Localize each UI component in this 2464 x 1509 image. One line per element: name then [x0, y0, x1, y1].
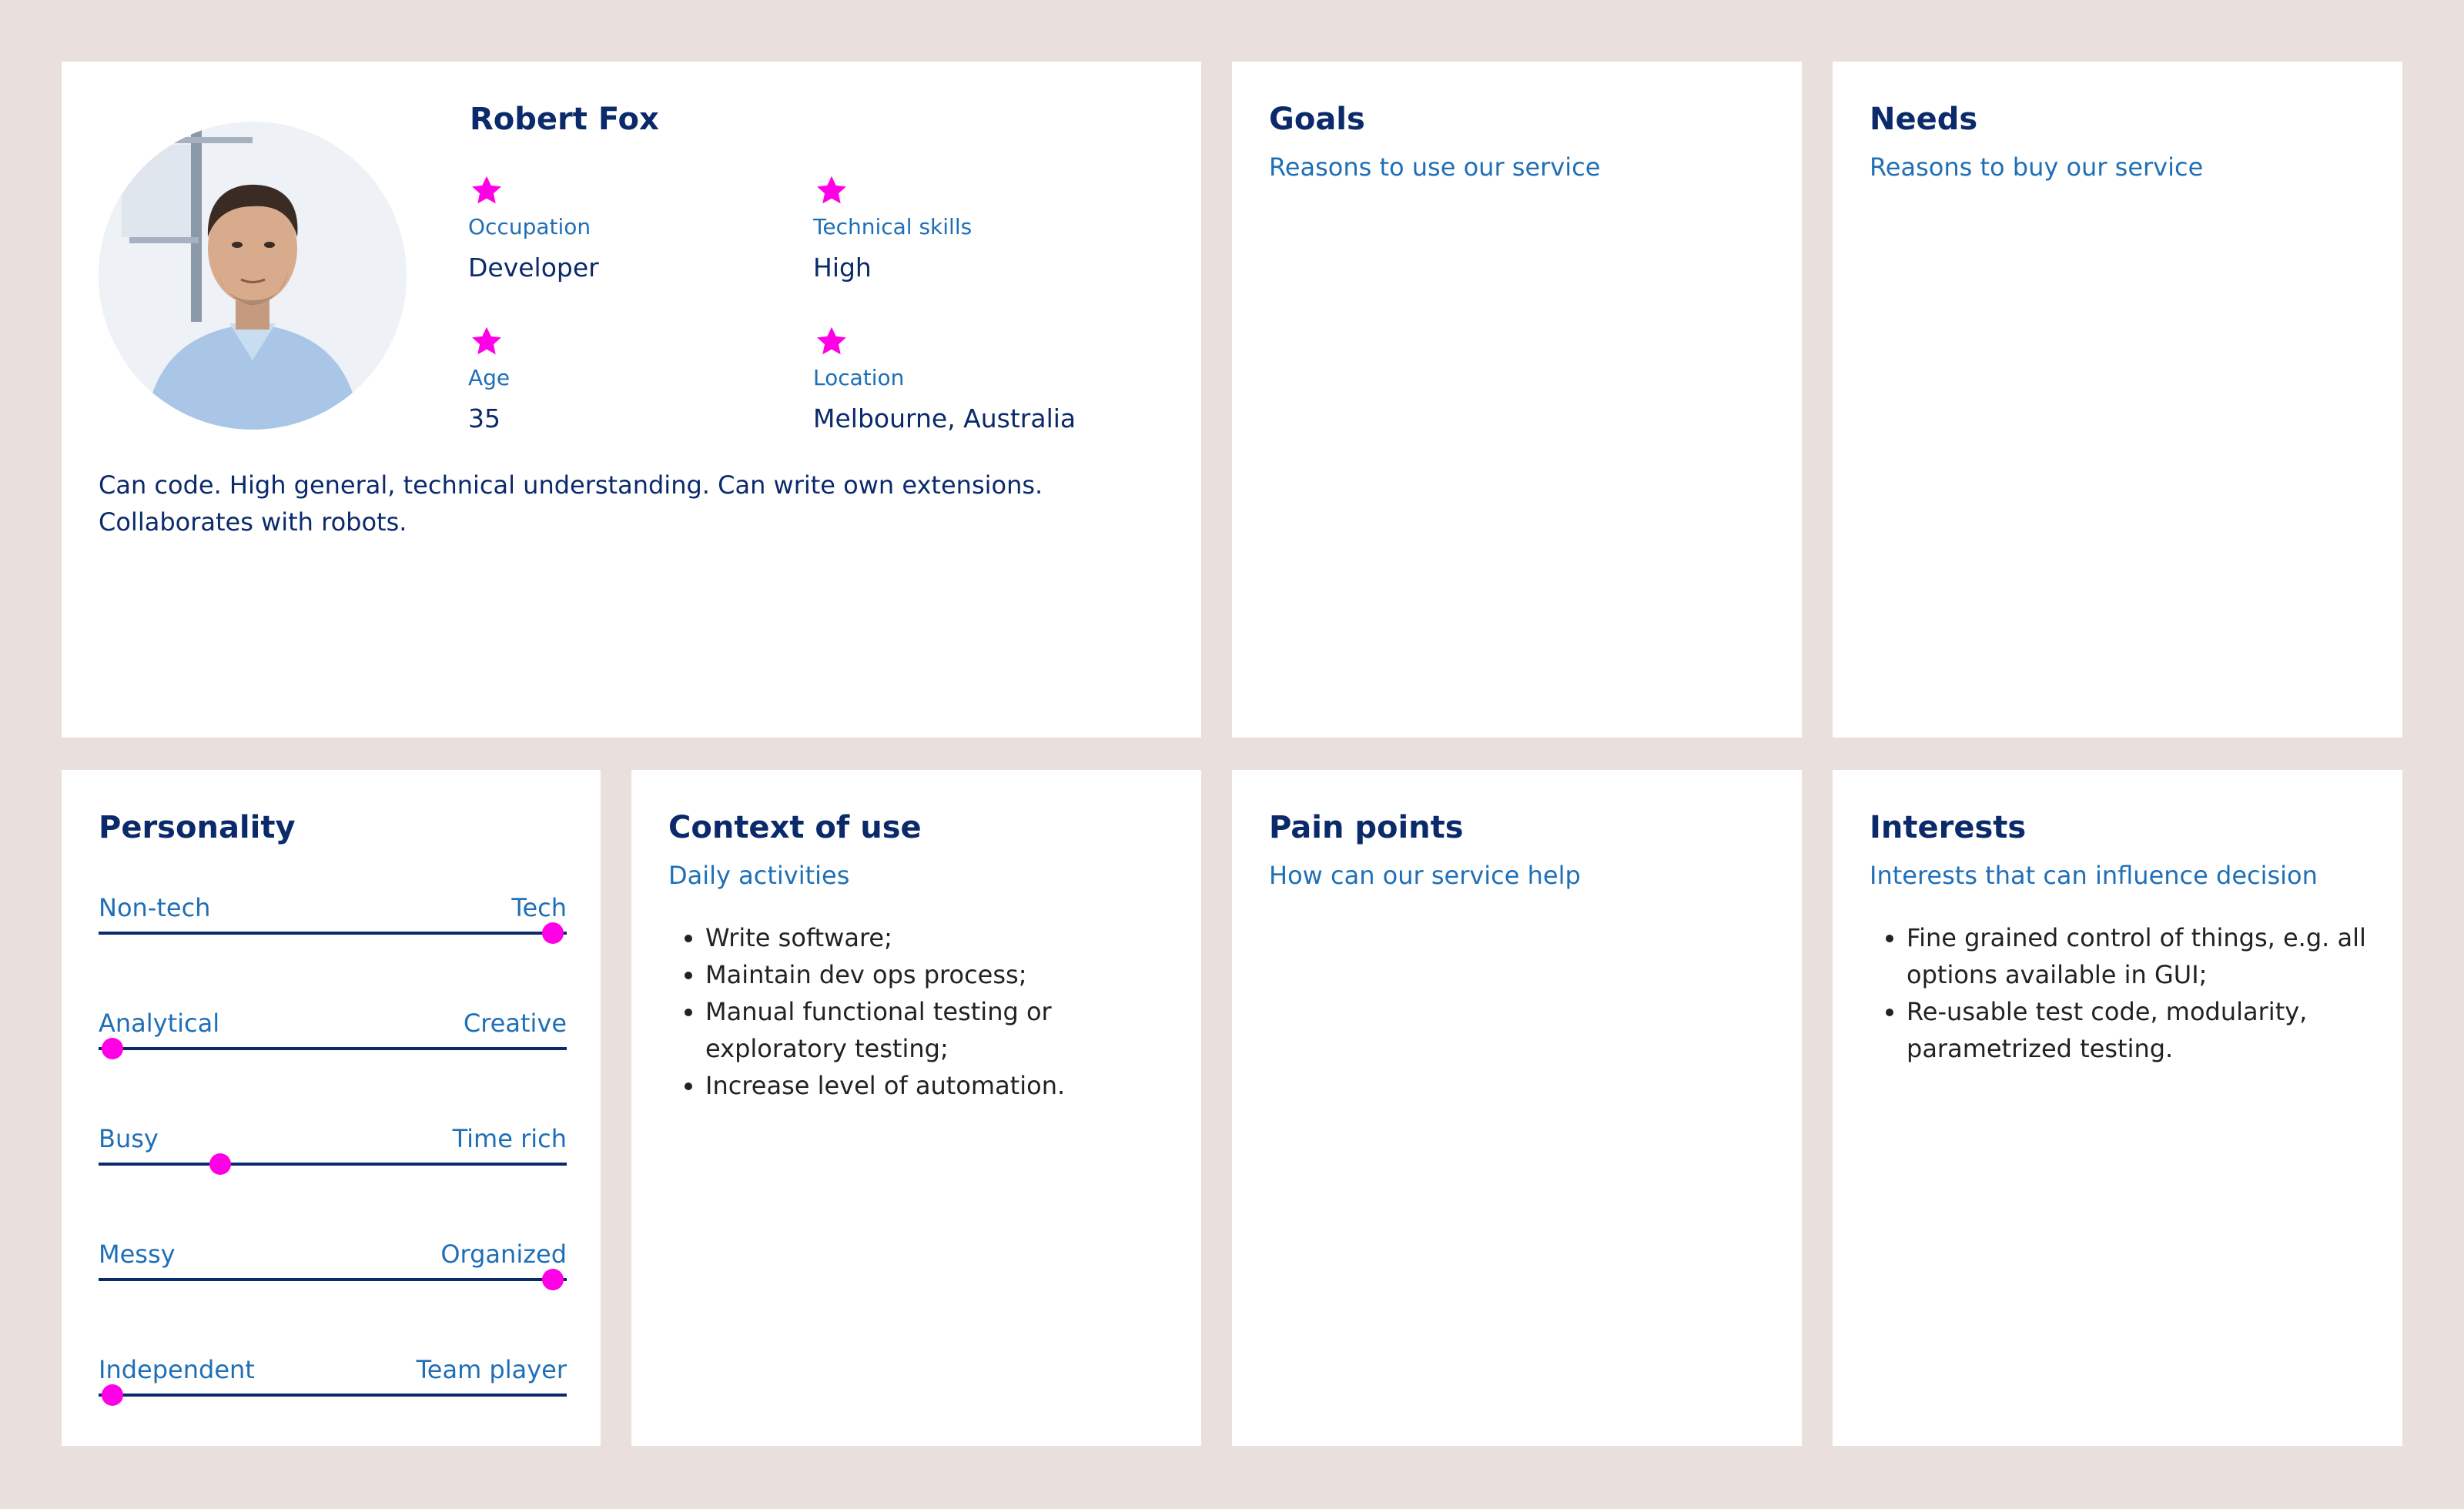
context-list: Write software; Maintain dev ops process… [668, 919, 1183, 1104]
star-icon [472, 326, 501, 355]
needs-title: Needs [1870, 102, 1978, 137]
list-item: Write software; [705, 919, 1183, 956]
attribute-label-occupation: Occupation [468, 214, 591, 239]
interests-subtitle: Interests that can influence decision [1870, 861, 2318, 890]
slider-track [99, 932, 567, 935]
star-icon [817, 326, 846, 355]
interests-card: Interests Interests that can influence d… [1833, 770, 2402, 1446]
list-item: Manual functional testing or exploratory… [705, 993, 1183, 1067]
personality-title: Personality [99, 810, 296, 845]
slider-track [99, 1394, 567, 1397]
pain-points-subtitle: How can our service help [1269, 861, 1581, 890]
slider-knob[interactable] [541, 1269, 564, 1290]
goals-title: Goals [1269, 102, 1365, 137]
slider-knob[interactable] [209, 1153, 232, 1175]
slider-right-label: Tech [511, 893, 567, 922]
interests-list: Fine grained control of things, e.g. all… [1870, 919, 2392, 1067]
pain-points-card: Pain points How can our service help [1232, 770, 1802, 1446]
personality-slider-team[interactable]: Independent Team player [99, 1355, 567, 1406]
list-item: Fine grained control of things, e.g. all… [1907, 919, 2392, 993]
avatar-photo [99, 122, 407, 430]
personality-slider-time[interactable]: Busy Time rich [99, 1124, 567, 1175]
slider-knob[interactable] [541, 922, 564, 944]
attribute-value-location: Melbourne, Australia [813, 403, 1076, 433]
slider-track [99, 1163, 567, 1166]
slider-knob[interactable] [102, 1038, 124, 1059]
slider-track [99, 1278, 567, 1281]
profile-card: Robert Fox Occupation Developer Technica… [62, 62, 1201, 738]
slider-right-label: Team player [416, 1355, 567, 1384]
goals-card: Goals Reasons to use our service [1232, 62, 1802, 738]
context-subtitle: Daily activities [668, 861, 850, 890]
context-title: Context of use [668, 810, 922, 845]
context-card: Context of use Daily activities Write so… [631, 770, 1201, 1446]
personality-slider-creative[interactable]: Analytical Creative [99, 1009, 567, 1059]
goals-subtitle: Reasons to use our service [1269, 152, 1601, 182]
slider-right-label: Organized [440, 1240, 567, 1269]
star-icon [817, 176, 846, 204]
attribute-label-location: Location [813, 365, 905, 390]
list-item: Increase level of automation. [705, 1067, 1183, 1104]
attribute-value-occupation: Developer [468, 253, 599, 283]
attribute-value-age: 35 [468, 403, 500, 433]
persona-description-line-1: Can code. High general, technical unders… [99, 470, 1043, 500]
slider-track [99, 1047, 567, 1050]
star-icon [472, 176, 501, 204]
slider-left-label: Busy [99, 1124, 159, 1153]
interests-title: Interests [1870, 810, 2027, 845]
slider-left-label: Messy [99, 1240, 176, 1269]
persona-description-line-2: Collaborates with robots. [99, 507, 407, 537]
needs-subtitle: Reasons to buy our service [1870, 152, 2204, 182]
slider-left-label: Independent [99, 1355, 255, 1384]
personality-slider-organized[interactable]: Messy Organized [99, 1240, 567, 1290]
slider-left-label: Non-tech [99, 893, 211, 922]
personality-slider-tech[interactable]: Non-tech Tech [99, 893, 567, 944]
avatar [99, 122, 407, 430]
slider-right-label: Time rich [452, 1124, 567, 1153]
attribute-label-age: Age [468, 365, 511, 390]
attribute-label-technical-skills: Technical skills [813, 214, 973, 239]
pain-points-title: Pain points [1269, 810, 1464, 845]
persona-name: Robert Fox [470, 102, 659, 137]
slider-left-label: Analytical [99, 1009, 220, 1038]
personality-card: Personality Non-tech Tech Analytical Cre… [62, 770, 601, 1446]
slider-right-label: Creative [463, 1009, 567, 1038]
list-item: Maintain dev ops process; [705, 956, 1183, 993]
list-item: Re-usable test code, modularity, paramet… [1907, 993, 2392, 1067]
needs-card: Needs Reasons to buy our service [1833, 62, 2402, 738]
attribute-value-technical-skills: High [813, 253, 872, 283]
slider-knob[interactable] [102, 1384, 124, 1406]
